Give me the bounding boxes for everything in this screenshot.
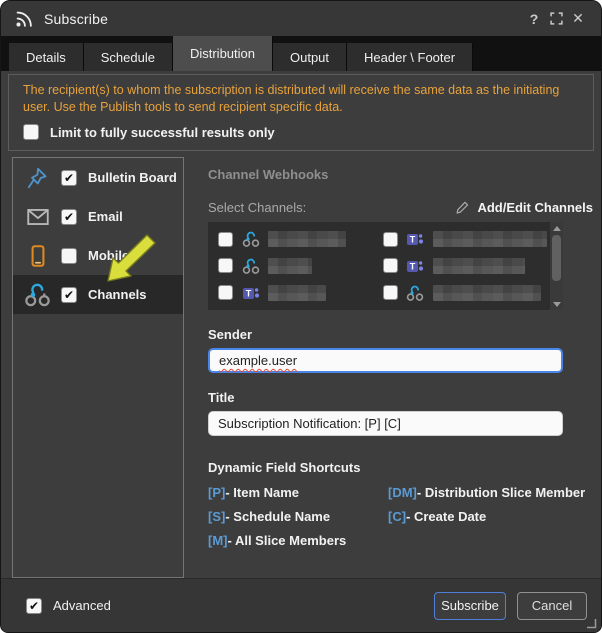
redacted-channel-name <box>268 258 312 274</box>
sidebar-item-channels[interactable]: ✔ Channels <box>13 275 183 314</box>
channel-checkbox[interactable] <box>218 258 233 273</box>
redacted-channel-name <box>268 285 326 301</box>
shortcut-item: [DM]- Distribution Slice Member <box>388 485 593 500</box>
sidebar-item-label: Channels <box>88 287 147 302</box>
subscribe-button[interactable]: Subscribe <box>434 592 506 620</box>
title-label: Title <box>208 390 593 405</box>
channel-type-sidebar: ✔ Bulletin Board ✔ Email <box>12 157 184 578</box>
webhook-icon <box>406 283 425 302</box>
pencil-icon <box>455 200 470 215</box>
tab-header-footer[interactable]: Header \ Footer <box>347 43 473 71</box>
shortcuts-list: [P]- Item Name [DM]- Distribution Slice … <box>208 485 593 548</box>
tab-distribution[interactable]: Distribution <box>173 36 273 71</box>
limit-results-label: Limit to fully successful results only <box>50 125 275 140</box>
close-icon[interactable]: ✕ <box>567 10 589 27</box>
channel-webhooks-panel: Channel Webhooks Select Channels: Add/Ed… <box>184 157 601 578</box>
pushpin-icon <box>24 164 51 191</box>
mobile-checkbox[interactable] <box>61 248 77 264</box>
svg-text:T: T <box>410 235 416 245</box>
scrollbar-thumb[interactable] <box>552 235 561 281</box>
cancel-button[interactable]: Cancel <box>517 592 587 620</box>
channel-checkbox[interactable] <box>383 232 398 247</box>
sender-label: Sender <box>208 327 593 342</box>
channels-checkbox[interactable]: ✔ <box>61 287 77 303</box>
help-icon[interactable]: ? <box>523 11 545 27</box>
channel-checkbox[interactable] <box>218 232 233 247</box>
shortcut-item: [P]- Item Name <box>208 485 388 500</box>
channel-list-item[interactable]: T <box>383 253 548 280</box>
limit-results-checkbox[interactable] <box>23 124 39 140</box>
resize-grip[interactable] <box>586 618 597 629</box>
redacted-channel-name <box>268 231 346 247</box>
channel-list: T T T <box>208 222 563 310</box>
title-input[interactable]: Subscription Notification: [P] [C] <box>208 411 563 436</box>
envelope-icon <box>24 203 51 230</box>
channel-list-item[interactable] <box>383 279 548 306</box>
maximize-icon[interactable] <box>545 12 567 25</box>
subscribe-rss-icon <box>13 8 35 30</box>
webhook-icon <box>241 230 260 249</box>
scroll-down-icon[interactable] <box>550 298 563 310</box>
channel-checkbox[interactable] <box>383 258 398 273</box>
sidebar-item-label: Email <box>88 209 123 224</box>
sidebar-item-email[interactable]: ✔ Email <box>13 197 183 236</box>
sidebar-item-bulletin-board[interactable]: ✔ Bulletin Board <box>13 158 183 197</box>
redacted-channel-name <box>433 258 525 274</box>
bulletin-board-checkbox[interactable]: ✔ <box>61 170 77 186</box>
title-bar: Subscribe ? ✕ <box>1 1 601 36</box>
teams-icon: T <box>406 230 425 249</box>
tab-output[interactable]: Output <box>273 43 347 71</box>
redacted-channel-name <box>433 285 541 301</box>
select-channels-label: Select Channels: <box>208 200 306 215</box>
channel-list-item[interactable] <box>218 253 383 280</box>
advanced-checkbox[interactable]: ✔ <box>26 598 42 614</box>
email-checkbox[interactable]: ✔ <box>61 209 77 225</box>
redacted-channel-name <box>433 231 548 247</box>
channel-list-scrollbar[interactable] <box>550 222 563 310</box>
tab-details[interactable]: Details <box>9 43 84 71</box>
channel-checkbox[interactable] <box>218 285 233 300</box>
shortcut-item: [M]- All Slice Members <box>208 533 388 548</box>
footer-bar: ✔ Advanced Subscribe Cancel <box>1 578 601 632</box>
tab-schedule[interactable]: Schedule <box>84 43 173 71</box>
sidebar-item-label: Bulletin Board <box>88 170 177 185</box>
warning-text: The recipient(s) to whom the subscriptio… <box>23 82 568 116</box>
sender-input[interactable]: example.user <box>208 348 563 373</box>
subscribe-dialog: Subscribe ? ✕ Details Schedule Distribut… <box>0 0 602 633</box>
teams-icon: T <box>241 283 260 302</box>
shortcut-item: [C]- Create Date <box>388 509 593 524</box>
channel-list-item[interactable]: T <box>383 226 548 253</box>
sidebar-item-mobile[interactable]: Mobile <box>13 236 183 275</box>
channel-list-item[interactable] <box>218 226 383 253</box>
shortcut-item: [S]- Schedule Name <box>208 509 388 524</box>
channel-checkbox[interactable] <box>383 285 398 300</box>
warning-box: The recipient(s) to whom the subscriptio… <box>8 74 594 151</box>
window-title: Subscribe <box>44 11 108 27</box>
scroll-up-icon[interactable] <box>550 222 563 234</box>
shortcuts-heading: Dynamic Field Shortcuts <box>208 460 593 475</box>
webhook-icon <box>24 281 51 308</box>
panel-heading: Channel Webhooks <box>208 167 593 182</box>
svg-text:T: T <box>245 288 251 298</box>
teams-icon: T <box>406 256 425 275</box>
distribution-tab-page: The recipient(s) to whom the subscriptio… <box>1 71 601 578</box>
add-edit-channels-button[interactable]: Add/Edit Channels <box>455 200 593 215</box>
svg-text:T: T <box>410 262 416 272</box>
sidebar-item-label: Mobile <box>88 248 129 263</box>
channel-list-item[interactable]: T <box>218 279 383 306</box>
webhook-icon <box>241 256 260 275</box>
advanced-label: Advanced <box>53 598 111 613</box>
mobile-icon <box>24 242 51 269</box>
tab-strip: Details Schedule Distribution Output Hea… <box>1 36 601 71</box>
